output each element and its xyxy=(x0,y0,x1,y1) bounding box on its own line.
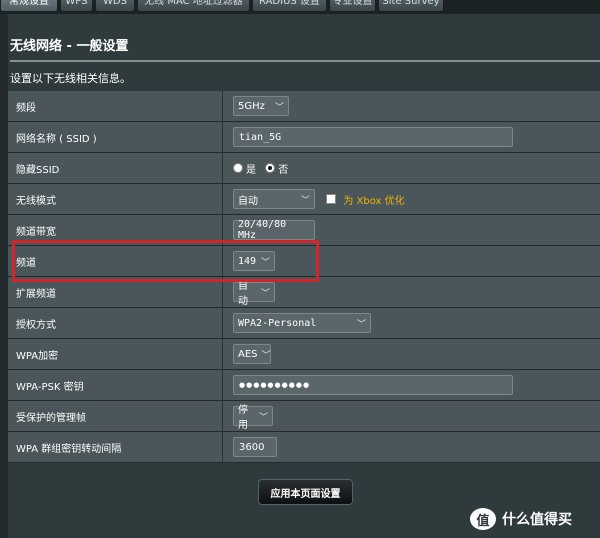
wpa-encryption-value: AES xyxy=(238,348,258,360)
tab-site-survey[interactable]: Site Survey xyxy=(378,0,444,12)
auth-method-select[interactable]: WPA2-Personal ﹀ xyxy=(233,313,371,333)
ssid-input[interactable]: tian_5G xyxy=(233,127,513,147)
band-select[interactable]: 5GHz ﹀ xyxy=(233,96,289,116)
hide-ssid-no-label: 否 xyxy=(278,164,289,176)
chevron-down-icon: ﹀ xyxy=(258,412,268,423)
wpa-encryption-select[interactable]: AES ﹀ xyxy=(233,344,271,364)
wireless-mode-value: 自动 xyxy=(238,195,258,207)
hide-ssid-yes-radio[interactable] xyxy=(233,163,243,173)
hide-ssid-no-radio[interactable] xyxy=(265,163,276,173)
row-band: 频段 5GHz ﹀ xyxy=(8,91,600,122)
page-title: 无线网络 - 一般设置 xyxy=(10,39,129,54)
tab-general[interactable]: 常规设置 xyxy=(0,0,58,12)
row-wireless-mode: 无线模式 自动 ﹀ 为 Xbox 优化 xyxy=(8,183,600,215)
channel-label: 频道 xyxy=(8,245,223,277)
chevron-down-icon: ﹀ xyxy=(356,319,366,330)
wpa-psk-input[interactable]: ●●●●●●●●●● xyxy=(233,375,513,395)
tab-wps[interactable]: WPS xyxy=(60,0,93,12)
xbox-optimize-checkbox[interactable] xyxy=(326,194,337,204)
chevron-down-icon: ﹀ xyxy=(261,350,271,361)
row-wpa-psk: WPA-PSK 密钥 ●●●●●●●●●● xyxy=(8,369,600,401)
wpa-psk-label: WPA-PSK 密钥 xyxy=(8,369,223,401)
ext-channel-label: 扩展频道 xyxy=(8,276,223,308)
row-pmf: 受保护的管理帧 停用 ﹀ xyxy=(8,400,600,432)
page-description: 设置以下无线相关信息。 xyxy=(10,72,131,85)
row-wpa-encryption: WPA加密 AES ﹀ xyxy=(8,338,600,370)
tab-strip: 常规设置 WPS WDS 无线 MAC 地址过滤器 RADIUS 设置 专业设置… xyxy=(0,0,600,14)
band-label: 频段 xyxy=(8,91,223,122)
chevron-down-icon: ﹀ xyxy=(274,102,284,113)
wireless-mode-label: 无线模式 xyxy=(8,183,223,215)
watermark-text: 什么值得买 xyxy=(502,512,572,528)
wireless-mode-select[interactable]: 自动 ﹀ xyxy=(233,189,315,209)
title-divider xyxy=(10,60,600,62)
watermark: 值 什么值得买 xyxy=(470,508,572,530)
channel-value: 149 xyxy=(238,255,257,267)
pmf-label: 受保护的管理帧 xyxy=(8,400,223,432)
tab-wds[interactable]: WDS xyxy=(95,0,135,12)
smzdm-logo-icon: 值 xyxy=(470,508,496,530)
pmf-value: 停用 xyxy=(238,405,248,431)
pmf-select[interactable]: 停用 ﹀ xyxy=(233,405,273,431)
row-hide-ssid: 隐藏SSID 是 否 xyxy=(8,152,600,184)
tab-radius[interactable]: RADIUS 设置 xyxy=(252,0,327,12)
chevron-down-icon: ﹀ xyxy=(260,257,270,268)
ssid-label: 网络名称 ( SSID ) xyxy=(8,121,223,153)
bandwidth-label: 频道带宽 xyxy=(8,214,223,246)
row-ssid: 网络名称 ( SSID ) tian_5G xyxy=(8,121,600,153)
settings-table: 频段 5GHz ﹀ 网络名称 ( SSID ) tian_5G 隐藏SSID 是… xyxy=(8,91,600,463)
row-auth-method: 授权方式 WPA2-Personal ﹀ xyxy=(8,307,600,339)
bandwidth-value: 20/40/80 MHz xyxy=(238,219,287,241)
hide-ssid-label: 隐藏SSID xyxy=(8,152,223,184)
left-sidebar-edge xyxy=(0,14,8,538)
chevron-down-icon: ﹀ xyxy=(300,195,310,206)
row-ext-channel: 扩展频道 自动 ﹀ xyxy=(8,276,600,308)
tab-professional[interactable]: 专业设置 xyxy=(329,0,376,12)
bandwidth-select[interactable]: 20/40/80 MHz xyxy=(233,219,315,241)
ext-channel-value: 自动 xyxy=(238,281,248,307)
row-channel: 频道 149 ﹀ xyxy=(8,245,600,277)
hide-ssid-yes-label: 是 xyxy=(246,164,256,176)
xbox-optimize-label: 为 Xbox 优化 xyxy=(343,195,405,207)
band-value: 5GHz xyxy=(238,100,265,112)
ext-channel-select[interactable]: 自动 ﹀ xyxy=(233,281,275,307)
wpa-encryption-label: WPA加密 xyxy=(8,338,223,370)
tab-mac-filter[interactable]: 无线 MAC 地址过滤器 xyxy=(137,0,250,12)
group-key-label: WPA 群组密钥转动间隔 xyxy=(8,431,223,463)
group-key-input[interactable]: 3600 xyxy=(233,437,277,457)
channel-select[interactable]: 149 ﹀ xyxy=(233,251,275,271)
row-bandwidth: 频道带宽 20/40/80 MHz xyxy=(8,214,600,246)
chevron-down-icon: ﹀ xyxy=(260,288,270,299)
apply-button[interactable]: 应用本页面设置 xyxy=(258,479,353,505)
row-group-key: WPA 群组密钥转动间隔 3600 xyxy=(8,431,600,463)
auth-method-value: WPA2-Personal xyxy=(238,317,317,329)
auth-method-label: 授权方式 xyxy=(8,307,223,339)
